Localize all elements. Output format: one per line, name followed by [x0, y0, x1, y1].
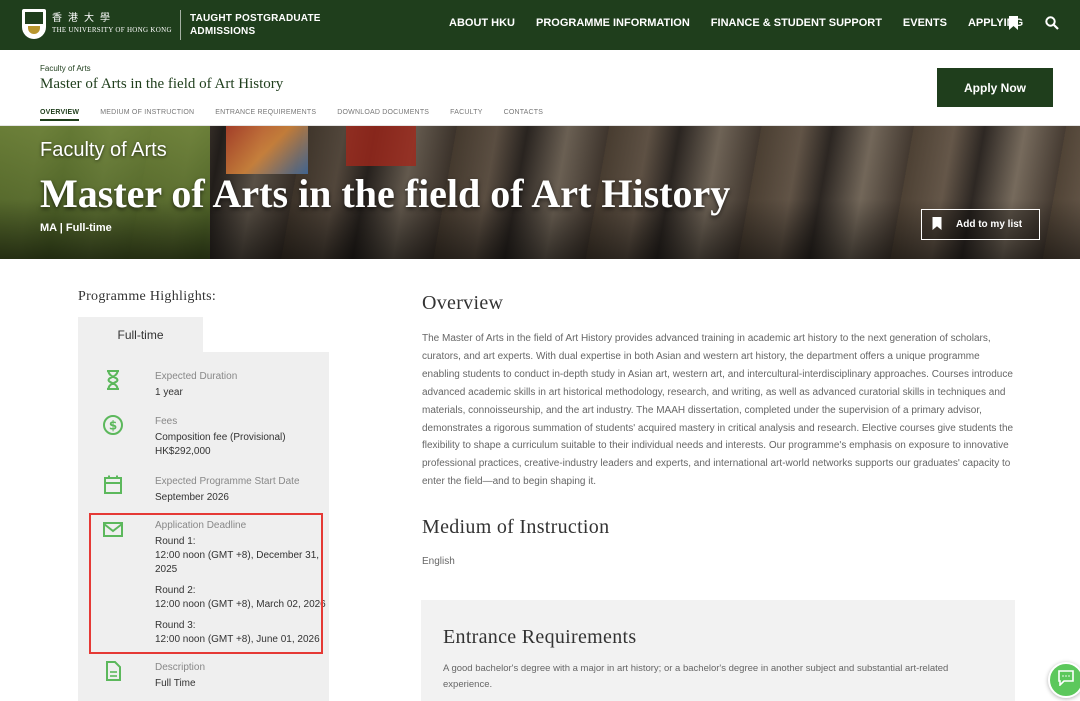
- svg-text:$: $: [109, 419, 117, 433]
- logo-divider: [180, 10, 181, 40]
- programme-subheader: Faculty of Arts Master of Arts in the fi…: [0, 50, 1080, 126]
- entrance-requirements-heading: Entrance Requirements: [443, 626, 637, 648]
- hero-artwork-middle: [226, 126, 308, 174]
- nav-events[interactable]: EVENTS: [903, 17, 947, 29]
- calendar-icon: [102, 474, 124, 496]
- hero-banner: Faculty of Arts Master of Arts in the fi…: [0, 126, 1080, 259]
- programme-title: Master of Arts in the field of Art Histo…: [40, 76, 284, 92]
- search-icon[interactable]: [1045, 16, 1059, 35]
- nav-about-hku[interactable]: ABOUT HKU: [449, 17, 515, 29]
- hku-logo[interactable]: 香港大學 THE UNIVERSITY OF HONG KONG: [22, 9, 172, 39]
- logo-english-name: THE UNIVERSITY OF HONG KONG: [52, 26, 172, 34]
- tab-faculty[interactable]: FACULTY: [450, 109, 482, 121]
- tab-full-time[interactable]: Full-time: [78, 317, 203, 352]
- medium-of-instruction-heading: Medium of Instruction: [422, 516, 610, 538]
- faculty-label[interactable]: Faculty of Arts: [40, 64, 91, 73]
- hero-title: Master of Arts in the field of Art Histo…: [40, 171, 731, 216]
- add-to-my-list-button[interactable]: Add to my list: [921, 209, 1040, 240]
- top-nav: 香港大學 THE UNIVERSITY OF HONG KONG TAUGHT …: [0, 0, 1080, 50]
- medium-of-instruction-value: English: [422, 556, 455, 567]
- chat-button[interactable]: [1048, 662, 1080, 698]
- bookmark-icon[interactable]: [1008, 16, 1019, 35]
- hku-crest-icon: [22, 9, 46, 39]
- section-title[interactable]: TAUGHT POSTGRADUATE ADMISSIONS: [190, 12, 321, 38]
- hero-faculty: Faculty of Arts: [40, 139, 167, 161]
- add-to-my-list-label: Add to my list: [956, 219, 1023, 230]
- tab-overview[interactable]: OVERVIEW: [40, 109, 80, 121]
- hero-study-mode: MA | Full-time: [40, 222, 112, 234]
- dollar-icon: $: [102, 414, 124, 436]
- tab-entrance-requirements[interactable]: ENTRANCE REQUIREMENTS: [215, 109, 316, 121]
- document-icon: [102, 660, 124, 682]
- nav-finance-student-support[interactable]: FINANCE & STUDENT SUPPORT: [711, 17, 882, 29]
- overview-body: The Master of Arts in the field of Art H…: [422, 333, 1014, 488]
- deadline-highlight-outline: [89, 513, 323, 654]
- hourglass-icon: [102, 369, 124, 391]
- tab-medium-of-instruction[interactable]: MEDIUM OF INSTRUCTION: [100, 109, 194, 121]
- overview-heading: Overview: [422, 292, 504, 314]
- tab-contacts[interactable]: CONTACTS: [504, 109, 544, 121]
- main-menu: ABOUT HKU PROGRAMME INFORMATION FINANCE …: [449, 17, 1044, 29]
- apply-now-button[interactable]: Apply Now: [937, 68, 1053, 107]
- section-tabs: OVERVIEW MEDIUM OF INSTRUCTION ENTRANCE …: [40, 109, 564, 121]
- highlights-title: Programme Highlights:: [78, 289, 217, 304]
- tab-download-documents[interactable]: DOWNLOAD DOCUMENTS: [337, 109, 429, 121]
- logo-chinese-name: 香港大學: [52, 13, 116, 24]
- chat-icon: [1057, 669, 1075, 691]
- entrance-requirements-body: A good bachelor's degree with a major in…: [443, 663, 949, 690]
- entrance-requirements-section: Entrance Requirements A good bachelor's …: [421, 600, 1015, 701]
- nav-programme-information[interactable]: PROGRAMME INFORMATION: [536, 17, 690, 29]
- bookmark-icon: [932, 216, 942, 233]
- hero-artwork-right: [346, 126, 416, 166]
